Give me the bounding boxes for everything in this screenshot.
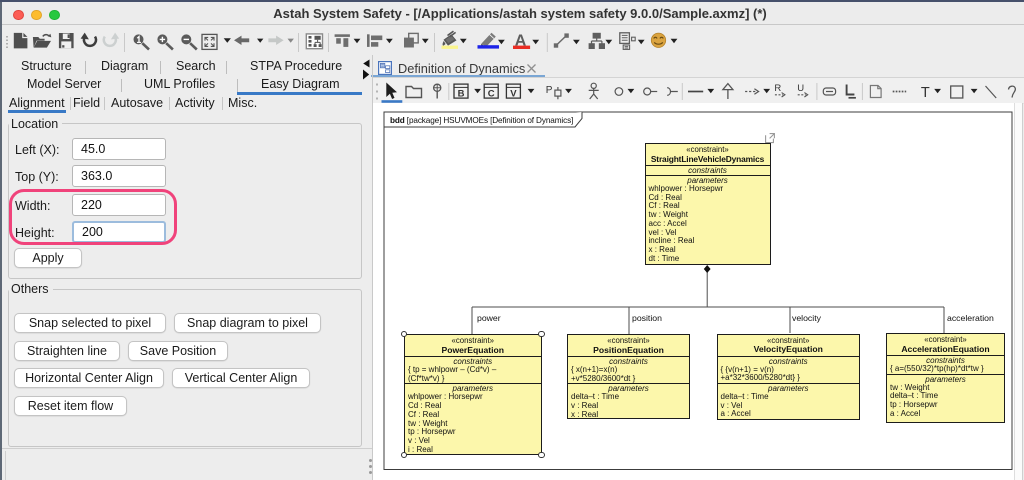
svg-text:P: P	[546, 85, 553, 96]
svg-text:T: T	[921, 85, 930, 101]
svg-text:B: B	[458, 88, 465, 99]
svg-text:U: U	[797, 83, 804, 94]
svg-text:R: R	[774, 83, 781, 94]
svg-text:V: V	[510, 88, 517, 99]
svg-text:C: C	[488, 88, 495, 99]
